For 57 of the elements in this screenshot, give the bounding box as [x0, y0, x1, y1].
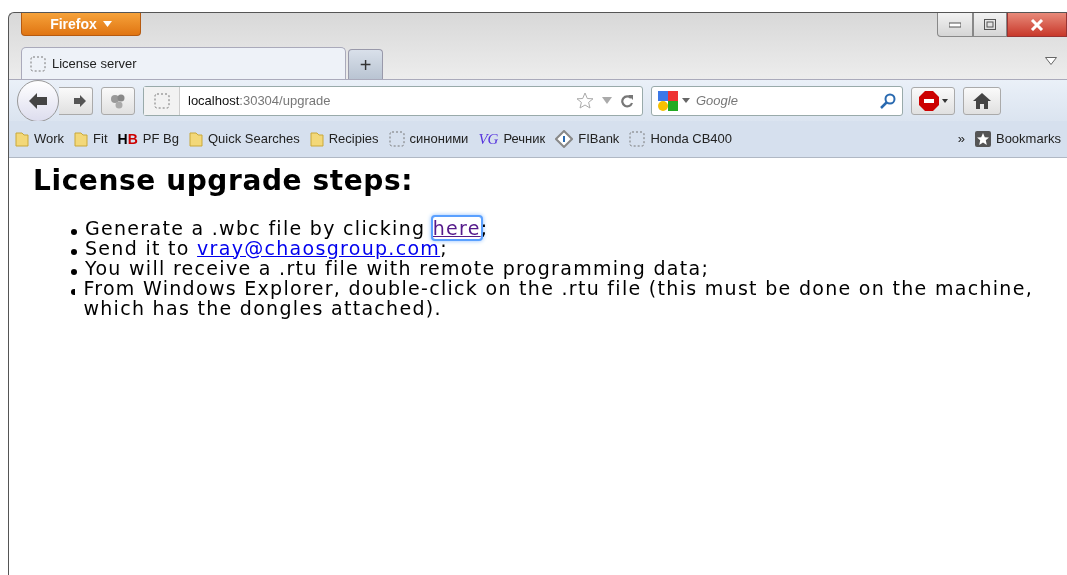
- url-text: localhost:30304/upgrade: [187, 91, 331, 110]
- back-button[interactable]: [17, 79, 59, 122]
- forward-button[interactable]: [59, 86, 93, 115]
- molecule-icon: [110, 92, 126, 109]
- maximize-icon: [984, 19, 996, 30]
- bookmark-label: Honda CB400: [650, 130, 733, 149]
- search-bar[interactable]: Google: [651, 85, 903, 116]
- bookmark-label: Recipies: [328, 130, 379, 149]
- back-arrow-icon: [28, 91, 48, 110]
- page-icon: [30, 55, 46, 72]
- bullet-icon: [71, 268, 77, 275]
- bullet-icon: [71, 228, 77, 235]
- bookmark-label: синоними: [409, 130, 469, 149]
- link[interactable]: here: [432, 216, 481, 239]
- minimize-button[interactable]: [937, 13, 973, 37]
- star-icon: [974, 131, 991, 147]
- dropdown-arrow-icon[interactable]: [682, 98, 690, 103]
- home-button[interactable]: [963, 86, 1001, 115]
- bookmark-label: Work: [34, 130, 65, 149]
- bookmark-label: FIBank: [578, 130, 620, 149]
- dropdown-arrow-icon[interactable]: [1045, 57, 1057, 65]
- home-icon: [973, 92, 991, 109]
- reload-icon[interactable]: [620, 93, 634, 108]
- logo-text: VG: [478, 129, 499, 149]
- page-icon: [153, 92, 170, 109]
- stop-sign-icon: [918, 89, 948, 112]
- bookmark-label: Fit: [93, 130, 108, 149]
- logo-text: HB: [117, 129, 138, 149]
- forward-arrow-icon: [72, 93, 87, 108]
- folder-icon: [309, 131, 324, 147]
- bookmarks-menu-label[interactable]: Bookmarks: [995, 129, 1061, 149]
- address-bar[interactable]: localhost:30304/upgrade: [143, 85, 643, 116]
- folder-icon: [188, 131, 203, 147]
- close-button[interactable]: [1007, 13, 1067, 37]
- folder-icon: [74, 131, 89, 147]
- search-icon[interactable]: [880, 92, 896, 109]
- bullet-icon: [71, 248, 77, 255]
- folder-icon: [15, 131, 29, 147]
- bullet-icon: [71, 288, 76, 295]
- page-icon: [629, 131, 646, 147]
- close-icon: [1030, 18, 1044, 31]
- bookmark-label: Quick Searches: [207, 130, 300, 149]
- bookmark-label: Речник: [503, 130, 546, 149]
- minimize-icon: [949, 21, 961, 28]
- bookmark-label: PF Bg: [142, 130, 179, 149]
- maximize-button[interactable]: [973, 13, 1007, 37]
- page-icon: [388, 131, 405, 147]
- adblock-button[interactable]: [911, 86, 955, 115]
- browser-tab[interactable]: License server: [21, 47, 346, 79]
- diamond-icon: [555, 130, 574, 148]
- page-heading: License upgrade steps:: [33, 164, 415, 198]
- new-tab-button[interactable]: +: [348, 49, 383, 79]
- overflow-chevron[interactable]: »: [957, 129, 965, 149]
- sync-button[interactable]: [101, 86, 135, 115]
- star-icon[interactable]: [576, 92, 594, 109]
- caret-icon: [102, 21, 112, 27]
- google-logo-icon[interactable]: [658, 90, 678, 111]
